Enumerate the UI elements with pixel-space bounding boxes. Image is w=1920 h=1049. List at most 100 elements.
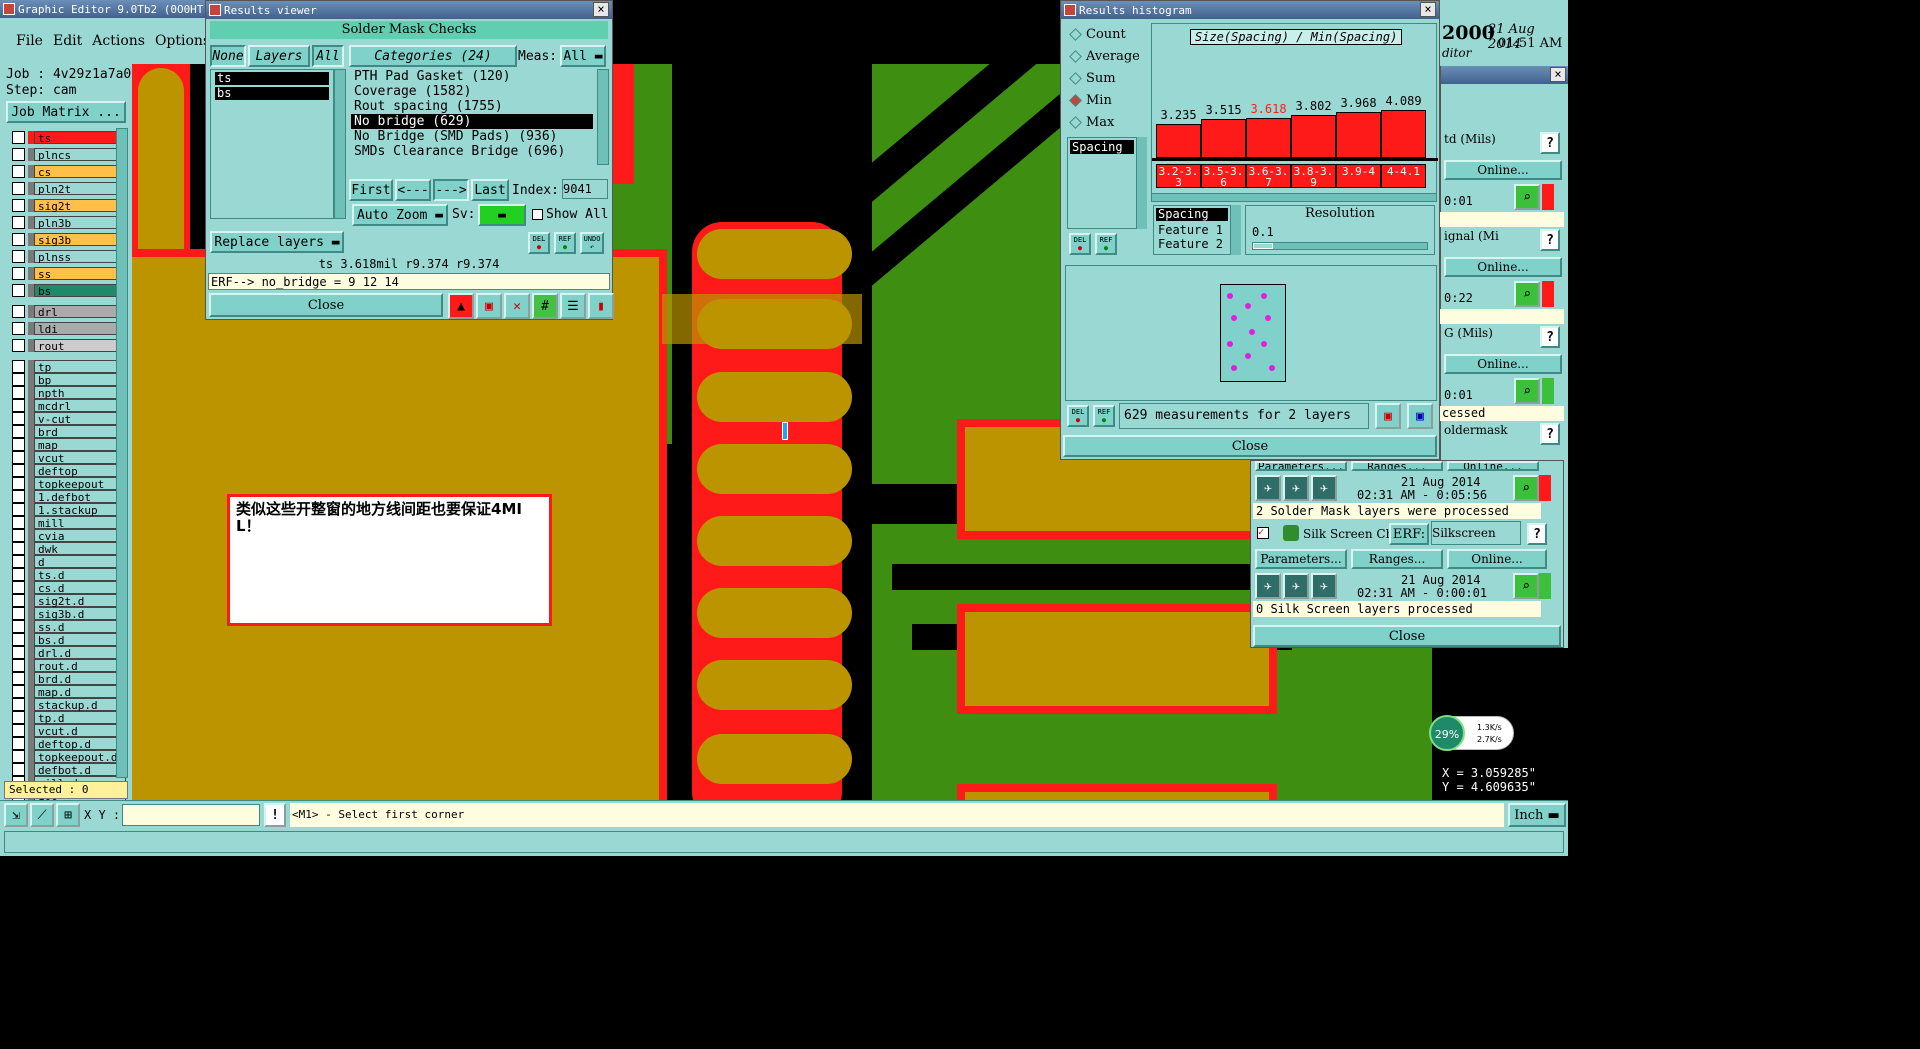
magnify-icon[interactable]: ⌕ xyxy=(1514,184,1540,210)
ss-online-button[interactable]: Online... xyxy=(1447,549,1547,569)
highlight-icon[interactable]: ▣ xyxy=(476,293,502,319)
layer-name[interactable]: bs xyxy=(34,284,126,298)
rv-layer-scrollbar[interactable] xyxy=(334,69,346,219)
sm-ranges-button[interactable]: Ranges... xyxy=(1351,461,1443,471)
meas-select[interactable]: All ▬ xyxy=(560,45,606,67)
category-item[interactable]: SMDs Clearance Bridge (696) xyxy=(351,144,593,159)
help-button[interactable]: ? xyxy=(1540,132,1560,154)
categories-button[interactable]: Categories (24) xyxy=(349,45,517,67)
layer-name[interactable]: ts xyxy=(34,131,126,145)
run-icon[interactable]: ✈ xyxy=(1283,573,1309,599)
rv-layer-item[interactable]: bs xyxy=(215,87,329,100)
hist-option-max[interactable]: Max xyxy=(1067,111,1147,133)
hist-left-item[interactable]: Spacing xyxy=(1070,140,1134,154)
layer-row[interactable]: rout xyxy=(10,338,128,353)
layer-checkbox[interactable] xyxy=(12,233,25,246)
units-select[interactable]: Inch ▬ xyxy=(1508,803,1566,827)
next-button[interactable]: ---> xyxy=(433,179,469,201)
hist-option-min[interactable]: Min xyxy=(1067,89,1147,111)
help-button[interactable]: ? xyxy=(1540,229,1560,251)
online-button[interactable]: Online... xyxy=(1444,354,1562,374)
run-icon[interactable]: ✈ xyxy=(1283,475,1309,501)
layer-checkbox[interactable] xyxy=(12,339,25,352)
layer-name[interactable]: drl xyxy=(34,305,126,319)
layer-row[interactable]: ts xyxy=(10,130,128,145)
last-button[interactable]: Last xyxy=(471,179,509,201)
layer-scrollbar[interactable] xyxy=(116,128,128,778)
menu-options[interactable]: Options xyxy=(155,33,210,49)
layer-list[interactable]: ts plncs cs pln2t sig2t pln3b sig3b plnss ss bs dr… xyxy=(0,128,130,803)
layer-name[interactable]: plncs xyxy=(34,148,126,162)
violation-marker[interactable] xyxy=(782,422,788,440)
layers-button[interactable]: Layers xyxy=(248,45,310,67)
close-icon[interactable]: × xyxy=(593,2,609,17)
measure-tool-icon[interactable]: ⟋ xyxy=(30,803,54,827)
menu-file[interactable]: File xyxy=(16,33,43,49)
layer-row[interactable]: pln3b xyxy=(10,215,128,230)
layer-row[interactable]: pln2t xyxy=(10,181,128,196)
xy-input[interactable] xyxy=(122,804,260,826)
replace-layers-select[interactable]: Replace layers ▬ xyxy=(210,231,344,253)
del-button[interactable]: DEL ● xyxy=(528,232,550,254)
checklist-close-button[interactable]: Close xyxy=(1253,625,1561,647)
layer-name[interactable]: ldi xyxy=(34,322,126,336)
help-button[interactable]: ? xyxy=(1540,423,1560,445)
hist-option-average[interactable]: Average xyxy=(1067,45,1147,67)
histogram-bar[interactable] xyxy=(1381,109,1426,158)
all-button[interactable]: All xyxy=(312,45,344,67)
none-button[interactable]: None xyxy=(210,45,246,67)
ss-ranges-button[interactable]: Ranges... xyxy=(1351,549,1443,569)
magnify-icon[interactable]: ⌕ xyxy=(1513,573,1539,599)
histogram-bar[interactable] xyxy=(1336,111,1381,158)
undo-button[interactable]: UNDO ↶ xyxy=(580,232,604,254)
ref-button[interactable]: REF ● xyxy=(554,232,576,254)
ss-erf-input[interactable] xyxy=(1431,521,1521,545)
layer-row[interactable]: sig2t xyxy=(10,198,128,213)
histogram-bar[interactable] xyxy=(1156,124,1201,158)
hist-left-list[interactable]: Spacing xyxy=(1067,137,1137,229)
select-tool-icon[interactable]: ⇲ xyxy=(4,803,28,827)
auto-zoom-select[interactable]: Auto Zoom ▬ xyxy=(352,204,448,226)
hist-right-item[interactable]: Spacing xyxy=(1156,208,1228,221)
chart-hscroll[interactable] xyxy=(1151,193,1437,202)
category-item[interactable]: No bridge (629) xyxy=(351,114,593,129)
hist-ref-button[interactable]: REF ● xyxy=(1095,233,1117,255)
menu-actions[interactable]: Actions xyxy=(92,33,145,49)
run-icon[interactable]: ✈ xyxy=(1311,573,1337,599)
magnify-icon[interactable]: ⌕ xyxy=(1513,475,1539,501)
run-icon[interactable]: ✈ xyxy=(1311,475,1337,501)
layer-checkbox[interactable] xyxy=(12,322,25,335)
layer-name[interactable]: sig2t xyxy=(34,199,126,213)
resolution-slider[interactable] xyxy=(1252,242,1428,250)
ss-help-button[interactable]: ? xyxy=(1527,523,1547,545)
category-item[interactable]: Coverage (1582) xyxy=(351,84,593,99)
online-button[interactable]: Online... xyxy=(1444,257,1562,277)
layer-checkbox[interactable] xyxy=(12,250,25,263)
category-item[interactable]: PTH Pad Gasket (120) xyxy=(351,69,593,84)
help-button[interactable]: ? xyxy=(1540,326,1560,348)
layer-name[interactable]: ss xyxy=(34,267,126,281)
category-scrollbar[interactable] xyxy=(597,69,609,165)
number-icon[interactable]: # xyxy=(532,293,558,319)
first-button[interactable]: First xyxy=(349,179,393,201)
layer-checkbox[interactable] xyxy=(12,131,25,144)
histogram-icon[interactable]: ▮ xyxy=(588,293,614,319)
hist-right-list[interactable]: Spacing Feature 1 Feature 2 xyxy=(1153,205,1231,255)
menu-edit[interactable]: Edit xyxy=(53,33,82,49)
show-all-checkbox[interactable]: Show All xyxy=(532,207,609,222)
layer-row[interactable]: ss xyxy=(10,266,128,281)
layer-name[interactable]: rout xyxy=(34,339,126,353)
magnify-icon[interactable]: ⌕ xyxy=(1514,378,1540,404)
sm-params-button[interactable]: Parameters... xyxy=(1255,461,1347,471)
layer-checkbox[interactable] xyxy=(12,148,25,161)
ss-erf-button[interactable]: ERF: xyxy=(1389,523,1429,545)
index-input[interactable] xyxy=(562,179,608,199)
category-list[interactable]: PTH Pad Gasket (120) Coverage (1582) Rout … xyxy=(349,69,595,165)
layer-checkbox[interactable] xyxy=(12,267,25,280)
layer-name[interactable]: pln3b xyxy=(34,216,126,230)
layer-row[interactable]: drl xyxy=(10,304,128,319)
hist-ref-button-2[interactable]: REF ● xyxy=(1093,405,1115,427)
layer-checkbox[interactable] xyxy=(12,199,25,212)
histogram-bar[interactable] xyxy=(1246,117,1291,158)
layer-row[interactable]: bs xyxy=(10,283,128,298)
